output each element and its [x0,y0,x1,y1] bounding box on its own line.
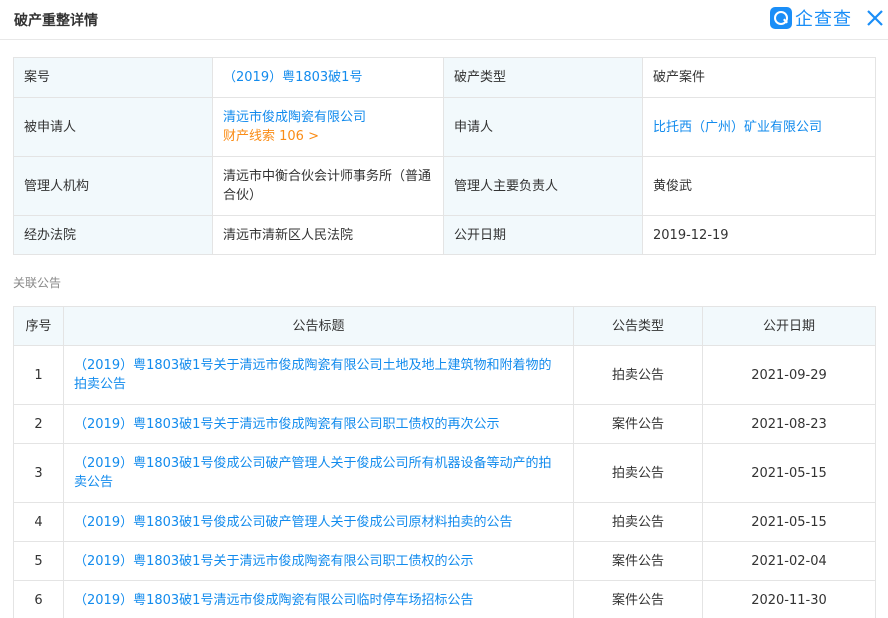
respondent-company-link[interactable]: 清远市俊成陶瓷有限公司 [223,108,433,127]
notice-title-link[interactable]: （2019）粤1803破1号关于清远市俊成陶瓷有限公司职工债权的再次公示 [74,417,499,432]
close-button[interactable] [864,6,886,30]
dialog-header: 破产重整详情 企查查 [0,0,888,40]
label-court: 经办法院 [13,215,213,255]
table-row: 3 （2019）粤1803破1号俊成公司破产管理人关于俊成公司所有机器设备等动产… [13,443,876,503]
brand-logo: 企查查 [770,6,852,30]
notice-title-link[interactable]: （2019）粤1803破1号关于清远市俊成陶瓷有限公司土地及地上建筑物和附着物的… [74,358,551,392]
notice-title-cell: （2019）粤1803破1号关于清远市俊成陶瓷有限公司职工债权的公示 [63,541,574,581]
value-administrator: 清远市中衡合伙会计师事务所（普通合伙） [212,156,444,216]
col-header-date: 公开日期 [702,306,876,346]
table-row: 4 （2019）粤1803破1号俊成公司破产管理人关于俊成公司原材料拍卖的公告 … [13,502,876,542]
row-number: 1 [13,345,64,405]
value-administrator-head: 黄俊武 [642,156,876,216]
col-header-type: 公告类型 [573,306,703,346]
qichacha-logo-icon [770,7,792,29]
notice-type: 案件公告 [573,580,703,618]
brand-logo-text: 企查查 [795,9,852,30]
row-number: 6 [13,580,64,618]
value-publish-date: 2019-12-19 [642,215,876,255]
notice-date: 2021-09-29 [702,345,876,405]
notice-title-cell: （2019）粤1803破1号俊成公司破产管理人关于俊成公司所有机器设备等动产的拍… [63,443,574,503]
label-administrator-head: 管理人主要负责人 [443,156,643,216]
row-number: 3 [13,443,64,503]
row-number: 2 [13,404,64,444]
bankruptcy-detail-table: 案号 （2019）粤1803破1号 破产类型 破产案件 被申请人 清远市俊成陶瓷… [13,57,876,255]
notices-header-row: 序号 公告标题 公告类型 公开日期 [13,306,876,346]
notice-title-link[interactable]: （2019）粤1803破1号俊成公司破产管理人关于俊成公司所有机器设备等动产的拍… [74,456,551,490]
notice-type: 拍卖公告 [573,502,703,542]
label-case-number: 案号 [13,57,213,98]
notice-type: 案件公告 [573,541,703,581]
notice-title-cell: （2019）粤1803破1号关于清远市俊成陶瓷有限公司职工债权的再次公示 [63,404,574,444]
notice-date: 2020-11-30 [702,580,876,618]
notice-title-link[interactable]: （2019）粤1803破1号清远市俊成陶瓷有限公司临时停车场招标公告 [74,593,473,608]
notice-title-link[interactable]: （2019）粤1803破1号俊成公司破产管理人关于俊成公司原材料拍卖的公告 [74,515,512,530]
dialog-title: 破产重整详情 [14,13,98,29]
notice-title-link[interactable]: （2019）粤1803破1号关于清远市俊成陶瓷有限公司职工债权的公示 [74,554,473,569]
detail-row-administrator: 管理人机构 清远市中衡合伙会计师事务所（普通合伙） 管理人主要负责人 黄俊武 [13,156,876,216]
notice-date: 2021-05-15 [702,502,876,542]
notice-date: 2021-02-04 [702,541,876,581]
notice-type: 拍卖公告 [573,443,703,503]
col-header-no: 序号 [13,306,64,346]
label-administrator: 管理人机构 [13,156,213,216]
notice-title-cell: （2019）粤1803破1号清远市俊成陶瓷有限公司临时停车场招标公告 [63,580,574,618]
value-bankruptcy-type: 破产案件 [642,57,876,98]
row-number: 5 [13,541,64,581]
table-row: 6 （2019）粤1803破1号清远市俊成陶瓷有限公司临时停车场招标公告 案件公… [13,580,876,618]
related-notices-heading: 关联公告 [13,276,62,290]
value-applicant: 比托西（广州）矿业有限公司 [642,97,876,157]
asset-clue-link[interactable]: 财产线索 106 > [223,127,433,146]
detail-row-case-no: 案号 （2019）粤1803破1号 破产类型 破产案件 [13,57,876,98]
table-row: 2 （2019）粤1803破1号关于清远市俊成陶瓷有限公司职工债权的再次公示 案… [13,404,876,444]
label-applicant: 申请人 [443,97,643,157]
row-number: 4 [13,502,64,542]
value-respondent: 清远市俊成陶瓷有限公司 财产线索 106 > [212,97,444,157]
applicant-company-link[interactable]: 比托西（广州）矿业有限公司 [653,120,822,135]
notice-type: 拍卖公告 [573,345,703,405]
value-court: 清远市清新区人民法院 [212,215,444,255]
label-publish-date: 公开日期 [443,215,643,255]
notice-type: 案件公告 [573,404,703,444]
notice-date: 2021-08-23 [702,404,876,444]
label-bankruptcy-type: 破产类型 [443,57,643,98]
close-icon [867,10,883,26]
notice-title-cell: （2019）粤1803破1号俊成公司破产管理人关于俊成公司原材料拍卖的公告 [63,502,574,542]
related-notices-table: 序号 公告标题 公告类型 公开日期 1 （2019）粤1803破1号关于清远市俊… [13,306,876,618]
detail-row-respondent: 被申请人 清远市俊成陶瓷有限公司 财产线索 106 > 申请人 比托西（广州）矿… [13,97,876,157]
table-row: 5 （2019）粤1803破1号关于清远市俊成陶瓷有限公司职工债权的公示 案件公… [13,541,876,581]
value-case-number: （2019）粤1803破1号 [212,57,444,98]
col-header-title: 公告标题 [63,306,574,346]
label-respondent: 被申请人 [13,97,213,157]
notice-title-cell: （2019）粤1803破1号关于清远市俊成陶瓷有限公司土地及地上建筑物和附着物的… [63,345,574,405]
detail-row-court: 经办法院 清远市清新区人民法院 公开日期 2019-12-19 [13,215,876,255]
table-row: 1 （2019）粤1803破1号关于清远市俊成陶瓷有限公司土地及地上建筑物和附着… [13,345,876,405]
case-number-link[interactable]: （2019）粤1803破1号 [223,70,362,85]
notice-date: 2021-05-15 [702,443,876,503]
